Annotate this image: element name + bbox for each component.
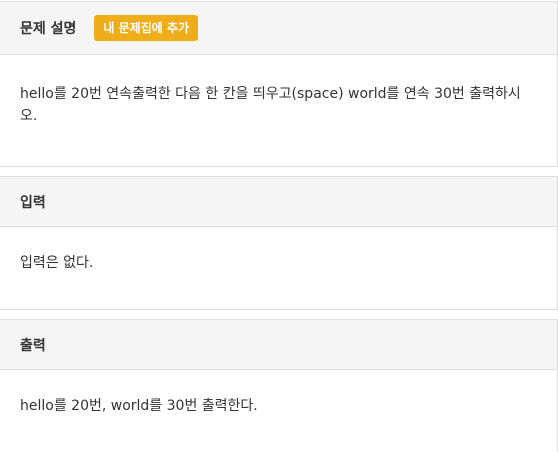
add-to-my-workbook-button[interactable]: 내 문제집에 추가: [94, 14, 199, 42]
panel-heading: 문제 설명 내 문제집에 추가: [0, 2, 557, 55]
output-panel: 출력 hello를 20번, world를 30번 출력한다.: [0, 319, 558, 452]
section-title: 입력: [20, 194, 46, 211]
problem-description-body: hello를 20번 연속출력한 다음 한 칸을 띄우고(space) worl…: [20, 86, 521, 124]
output-body: hello를 20번, world를 30번 출력한다.: [20, 398, 258, 414]
section-title: 출력: [20, 337, 46, 354]
panel-heading: 입력: [0, 177, 557, 227]
problem-description-panel: 문제 설명 내 문제집에 추가 hello를 20번 연속출력한 다음 한 칸을…: [0, 1, 558, 167]
section-title: 문제 설명: [20, 21, 77, 37]
panel-heading: 출력: [0, 320, 557, 370]
input-panel: 입력 입력은 없다.: [0, 176, 558, 310]
input-body: 입력은 없다.: [20, 255, 94, 271]
